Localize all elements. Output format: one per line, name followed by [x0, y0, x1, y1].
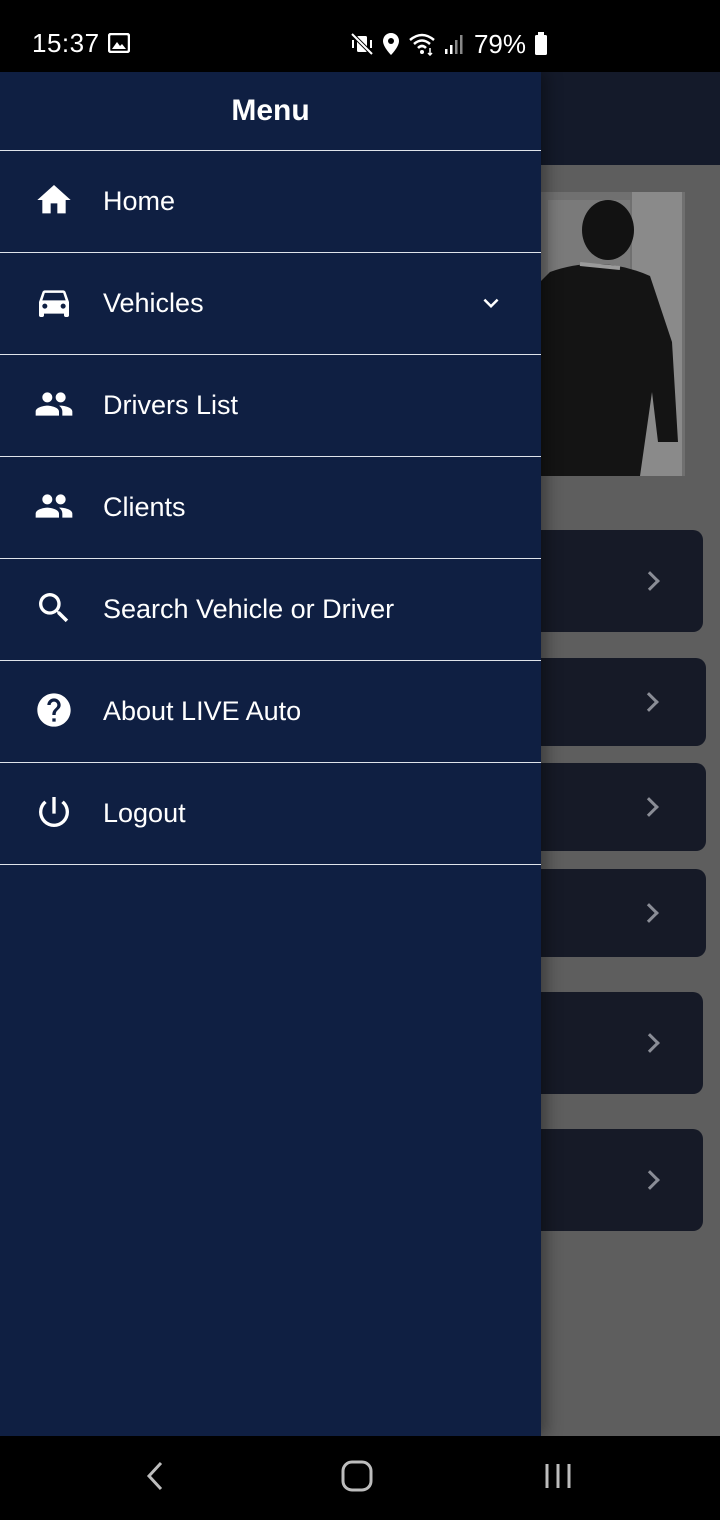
chevron-right-icon — [639, 903, 659, 923]
battery-icon — [534, 32, 548, 56]
background-photo — [540, 192, 685, 476]
menu-item-label: About LIVE Auto — [103, 696, 302, 726]
car-icon — [34, 282, 74, 322]
battery-percent: 79% — [473, 28, 526, 59]
drawer-header: Menu — [0, 72, 541, 151]
gallery-icon — [107, 32, 131, 54]
back-icon — [143, 1459, 169, 1498]
power-icon — [34, 792, 74, 832]
menu-item-logout[interactable]: Logout — [0, 763, 541, 865]
chevron-right-icon — [640, 1033, 660, 1053]
menu-item-about[interactable]: About LIVE Auto — [0, 661, 541, 763]
menu-item-label: Logout — [103, 798, 186, 828]
people-icon — [34, 486, 74, 526]
home-circle-icon — [340, 1459, 374, 1498]
chevron-right-icon — [640, 1170, 660, 1190]
menu-item-label: Home — [103, 186, 176, 216]
menu-item-label: Clients — [103, 492, 186, 522]
recents-button[interactable] — [508, 1436, 608, 1520]
menu-item-home[interactable]: Home — [0, 151, 541, 253]
recents-icon — [542, 1461, 574, 1496]
search-icon — [34, 588, 74, 628]
chevron-right-icon — [639, 797, 659, 817]
menu-item-vehicles[interactable]: Vehicles — [0, 253, 541, 355]
menu-item-clients[interactable]: Clients — [0, 457, 541, 559]
location-icon — [382, 32, 400, 56]
menu-item-label: Vehicles — [103, 288, 204, 318]
people-icon — [34, 384, 74, 424]
chevron-right-icon — [639, 692, 659, 712]
home-icon — [34, 180, 74, 220]
status-bar: 15:37 79% — [0, 0, 720, 72]
navigation-drawer: Menu Home Vehicles Drivers List Clients … — [0, 72, 541, 1436]
menu-item-label: Drivers List — [103, 390, 239, 420]
signal-icon — [444, 33, 464, 55]
wifi-icon — [408, 32, 436, 56]
vibrate-mute-icon — [350, 32, 374, 56]
menu-item-label: Search Vehicle or Driver — [103, 594, 395, 624]
back-button[interactable] — [106, 1436, 206, 1520]
help-icon — [34, 690, 74, 730]
menu-item-drivers-list[interactable]: Drivers List — [0, 355, 541, 457]
drawer-title: Menu — [231, 94, 310, 127]
chevron-right-icon — [640, 571, 660, 591]
system-nav-bar — [0, 1436, 720, 1520]
status-icons: 79% — [350, 28, 548, 59]
home-button[interactable] — [307, 1436, 407, 1520]
status-time: 15:37 — [32, 28, 100, 58]
menu-item-search[interactable]: Search Vehicle or Driver — [0, 559, 541, 661]
chevron-down-icon[interactable] — [476, 288, 506, 318]
